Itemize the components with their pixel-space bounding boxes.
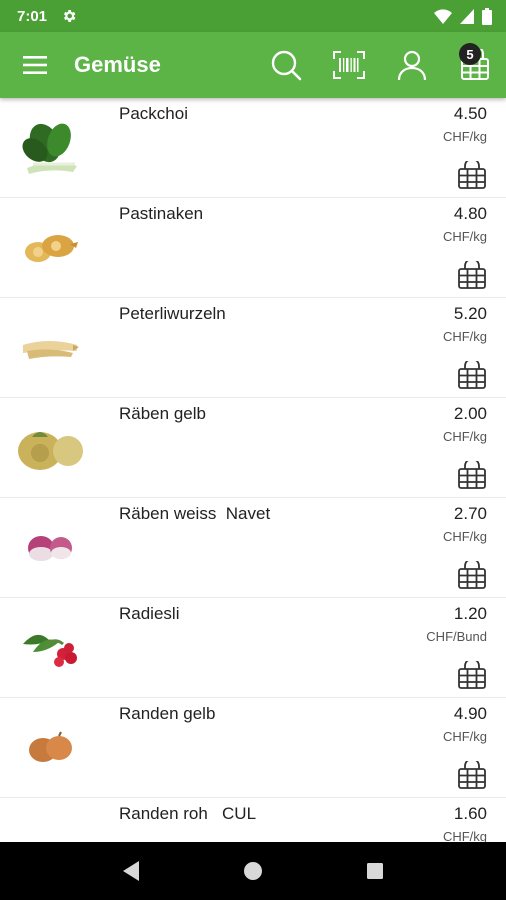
product-row[interactable]: Räben weiss Navet 2.70 CHF/kg bbox=[0, 498, 506, 598]
product-name: Radiesli bbox=[119, 604, 180, 623]
add-to-cart-button[interactable] bbox=[456, 560, 488, 590]
product-name: Randen roh CUL bbox=[119, 804, 257, 823]
basket-icon bbox=[458, 261, 486, 289]
pastinaken-image bbox=[25, 234, 78, 262]
page-title: Gemüse bbox=[74, 52, 161, 77]
product-unit: CHF/kg bbox=[442, 429, 487, 444]
product-image bbox=[0, 698, 100, 797]
product-name: Peterliwurzeln bbox=[119, 304, 226, 323]
status-bar: 7:01 bbox=[0, 0, 506, 32]
settings-gear-icon bbox=[63, 10, 76, 22]
product-image bbox=[0, 398, 100, 497]
product-row[interactable]: Räben gelb 2.00 CHF/kg bbox=[0, 398, 506, 498]
status-icons bbox=[434, 7, 492, 25]
add-to-cart-button[interactable] bbox=[456, 660, 488, 690]
packchoi-image bbox=[22, 123, 77, 174]
recents-button[interactable] bbox=[355, 851, 395, 891]
product-unit: CHF/Bund bbox=[426, 629, 487, 644]
add-to-cart-button[interactable] bbox=[456, 360, 488, 390]
product-image bbox=[0, 498, 100, 597]
product-list: Packchoi 4.50 CHF/kg Pastinaken 4.80 CHF… bbox=[0, 98, 506, 842]
search-button[interactable] bbox=[254, 32, 317, 98]
barcode-scan-button[interactable] bbox=[317, 32, 380, 98]
battery-icon bbox=[482, 7, 492, 25]
barcode-icon bbox=[332, 51, 365, 79]
product-unit: CHF/kg bbox=[442, 529, 487, 544]
product-unit: CHF/kg bbox=[442, 729, 487, 744]
system-navigation-bar bbox=[0, 842, 506, 900]
product-image bbox=[0, 298, 100, 397]
recents-square-icon bbox=[367, 863, 383, 879]
product-image bbox=[0, 798, 100, 842]
product-price: 4.80 bbox=[453, 204, 487, 223]
back-button[interactable] bbox=[111, 851, 151, 891]
menu-icon bbox=[23, 56, 47, 74]
product-name: Räben gelb bbox=[119, 404, 206, 423]
product-image bbox=[0, 98, 100, 197]
product-image bbox=[0, 198, 100, 297]
back-triangle-icon bbox=[123, 861, 139, 881]
add-to-cart-button[interactable] bbox=[456, 460, 488, 490]
add-to-cart-button[interactable] bbox=[456, 260, 488, 290]
user-icon bbox=[397, 50, 426, 81]
app-bar-actions: 5 bbox=[254, 32, 506, 98]
product-price: 2.00 bbox=[453, 404, 487, 423]
raeben-weiss-image bbox=[28, 535, 72, 561]
basket-icon bbox=[458, 761, 486, 789]
status-time: 7:01 bbox=[17, 7, 48, 25]
app-bar: Gemüse 5 bbox=[0, 32, 506, 98]
product-row[interactable]: Radiesli 1.20 CHF/Bund bbox=[0, 598, 506, 698]
basket-icon bbox=[458, 361, 486, 389]
product-price: 5.20 bbox=[453, 304, 487, 323]
product-price: 1.20 bbox=[453, 604, 487, 623]
product-price: 4.90 bbox=[453, 704, 487, 723]
product-unit: CHF/kg bbox=[442, 329, 487, 344]
product-name: Packchoi bbox=[119, 104, 188, 123]
product-price: 4.50 bbox=[453, 104, 487, 123]
home-button[interactable] bbox=[233, 851, 273, 891]
product-unit: CHF/kg bbox=[442, 129, 487, 144]
basket-icon bbox=[458, 661, 486, 689]
product-unit: CHF/kg bbox=[442, 829, 487, 842]
product-price: 2.70 bbox=[453, 504, 487, 523]
basket-icon bbox=[458, 461, 486, 489]
product-row[interactable]: Peterliwurzeln 5.20 CHF/kg bbox=[0, 298, 506, 398]
account-button[interactable] bbox=[380, 32, 443, 98]
product-row[interactable]: Packchoi 4.50 CHF/kg bbox=[0, 98, 506, 198]
signal-icon bbox=[460, 8, 474, 24]
search-icon bbox=[271, 50, 301, 81]
basket-icon bbox=[458, 561, 486, 589]
radiesli-image bbox=[23, 634, 77, 667]
product-image bbox=[0, 598, 100, 697]
product-row[interactable]: Randen gelb 4.90 CHF/kg bbox=[0, 698, 506, 798]
home-circle-icon bbox=[244, 862, 262, 880]
product-name: Randen gelb bbox=[119, 704, 216, 723]
add-to-cart-button[interactable] bbox=[456, 760, 488, 790]
peterliwurzeln-image bbox=[23, 340, 79, 359]
product-price: 1.60 bbox=[453, 804, 487, 823]
product-name: Pastinaken bbox=[119, 204, 204, 223]
basket-icon bbox=[458, 161, 486, 189]
product-row[interactable]: Randen roh CUL 1.60 CHF/kg bbox=[0, 798, 506, 842]
product-unit: CHF/kg bbox=[442, 229, 487, 244]
cart-button[interactable]: 5 bbox=[443, 32, 506, 98]
menu-button[interactable] bbox=[0, 32, 70, 98]
product-row[interactable]: Pastinaken 4.80 CHF/kg bbox=[0, 198, 506, 298]
wifi-icon bbox=[434, 8, 452, 24]
add-to-cart-button[interactable] bbox=[456, 160, 488, 190]
cart-count-badge: 5 bbox=[459, 43, 481, 65]
randen-gelb-image bbox=[29, 731, 72, 762]
raeben-gelb-image bbox=[18, 431, 83, 470]
product-name: Räben weiss Navet bbox=[119, 504, 271, 523]
